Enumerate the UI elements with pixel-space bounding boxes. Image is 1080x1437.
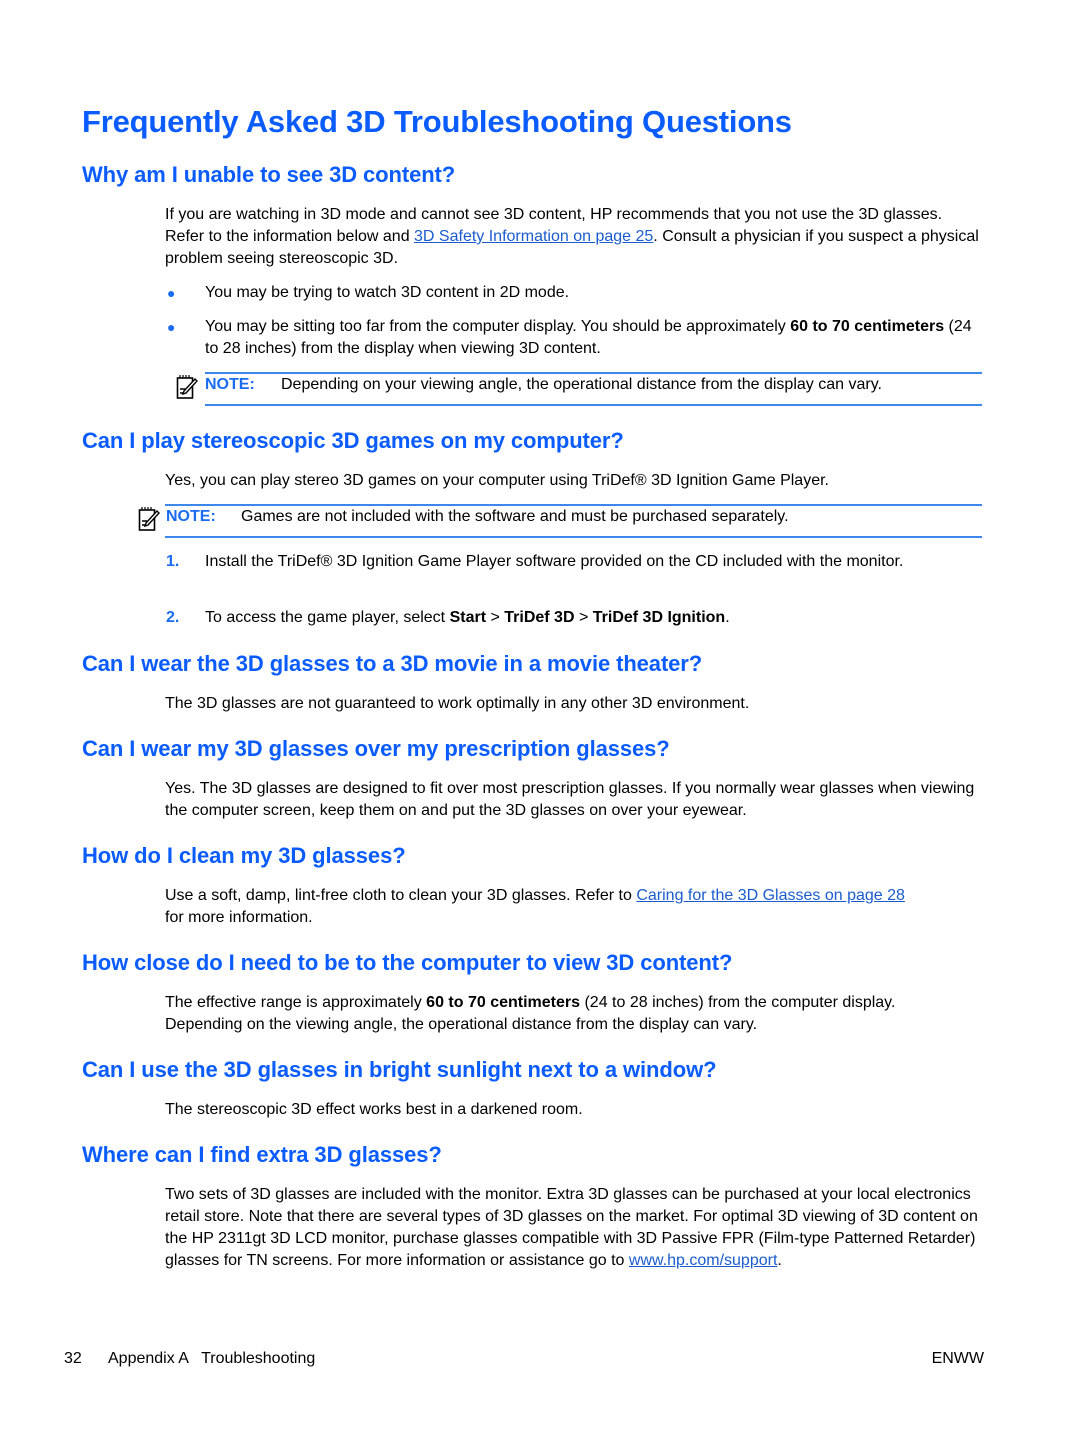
page-title: Frequently Asked 3D Troubleshooting Ques… (82, 104, 792, 139)
section-paragraph: Yes, you can play stereo 3D games on you… (165, 472, 829, 489)
bullet-item: You may be sitting too far from the comp… (205, 316, 985, 360)
section-paragraph: Yes. The 3D glasses are designed to fit … (165, 780, 975, 819)
step-item: To access the game player, select Start … (205, 607, 985, 629)
page-number: 32 (64, 1350, 82, 1367)
separator: > (486, 609, 505, 626)
bullet-icon: ● (167, 285, 176, 301)
text: Two sets of 3D glasses are included with… (165, 1186, 978, 1269)
bullet-icon: ● (167, 319, 176, 335)
section-paragraph: The effective range is approximately 60 … (165, 992, 945, 1036)
note-text: Depending on your viewing angle, the ope… (281, 376, 882, 393)
note-label: NOTE: (205, 376, 255, 393)
text: You may be sitting too far from the comp… (205, 318, 791, 335)
text: To access the game player, select (205, 609, 450, 626)
bold-text: 60 to 70 centimeters (426, 994, 581, 1011)
section-heading: How do I clean my 3D glasses? (82, 843, 406, 868)
text: for more information. (165, 909, 313, 926)
section-paragraph: Use a soft, damp, lint-free cloth to cle… (165, 885, 925, 929)
section-paragraph: Two sets of 3D glasses are included with… (165, 1184, 985, 1272)
menu-path-tridef: TriDef 3D (504, 609, 575, 626)
section-heading: How close do I need to be to the compute… (82, 950, 733, 975)
note-pencil-icon (138, 507, 160, 531)
caring-glasses-link[interactable]: Caring for the 3D Glasses on page 28 (636, 887, 905, 904)
section-heading: Can I wear my 3D glasses over my prescri… (82, 736, 670, 761)
safety-info-link[interactable]: 3D Safety Information on page 25 (414, 228, 653, 245)
section-heading: Can I wear the 3D glasses to a 3D movie … (82, 651, 703, 676)
note-text: Games are not included with the software… (241, 508, 789, 525)
footer-code: ENWW (931, 1350, 984, 1367)
step-number: 1. (166, 553, 180, 570)
text: . (725, 609, 730, 626)
section-heading: Where can I find extra 3D glasses? (82, 1142, 442, 1167)
text: . (777, 1252, 782, 1269)
menu-path-ignition: TriDef 3D Ignition (592, 609, 726, 626)
section-heading: Can I use the 3D glasses in bright sunli… (82, 1057, 717, 1082)
bullet-item: You may be trying to watch 3D content in… (205, 284, 570, 301)
footer-section: Appendix A Troubleshooting (108, 1350, 316, 1367)
section-heading: Why am I unable to see 3D content? (82, 162, 456, 187)
bold-text: 60 to 70 centimeters (790, 318, 945, 335)
note-pencil-icon (176, 375, 198, 399)
step-number: 2. (166, 609, 180, 626)
section-heading: Can I play stereoscopic 3D games on my c… (82, 428, 624, 453)
menu-path-start: Start (449, 609, 487, 626)
section-paragraph: If you are watching in 3D mode and canno… (165, 204, 985, 270)
section-paragraph: The 3D glasses are not guaranteed to wor… (165, 695, 750, 712)
text: Use a soft, damp, lint-free cloth to cle… (165, 887, 637, 904)
separator: > (574, 609, 593, 626)
step-item: Install the TriDef® 3D Ignition Game Pla… (205, 553, 904, 570)
section-paragraph: The stereoscopic 3D effect works best in… (165, 1101, 583, 1118)
note-label: NOTE: (166, 508, 216, 525)
text: The effective range is approximately (165, 994, 427, 1011)
hp-support-link[interactable]: www.hp.com/support (629, 1252, 778, 1269)
